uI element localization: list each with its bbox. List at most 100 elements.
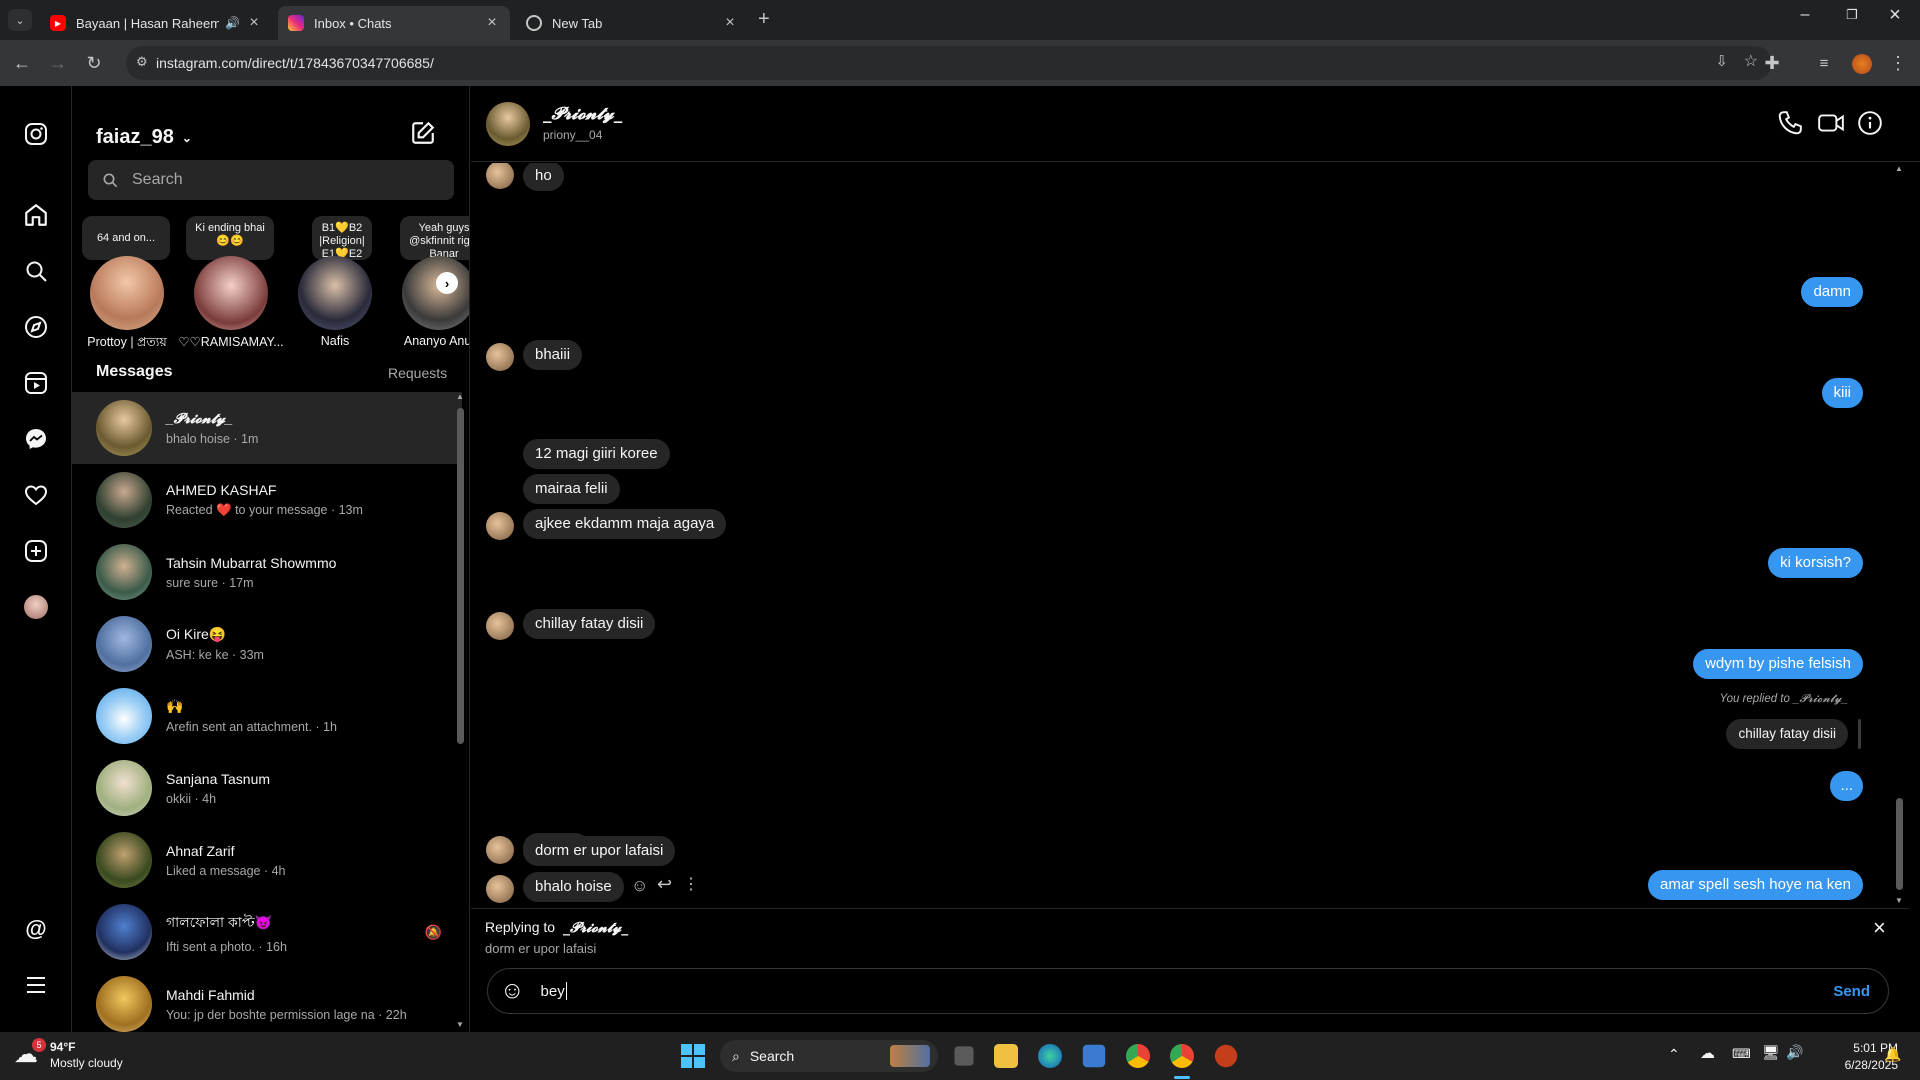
emoji-icon[interactable]: ☺	[500, 977, 525, 1005]
react-emoji-icon[interactable]: ☺	[631, 876, 648, 896]
heart-icon[interactable]	[20, 479, 52, 511]
forward-icon[interactable]: →	[44, 49, 72, 77]
list-item[interactable]: 🙌 Arefin sent an attachment. · 1h	[72, 680, 462, 752]
message-input[interactable]: bey	[541, 983, 565, 1000]
reload-icon[interactable]: ↻	[80, 49, 108, 77]
list-item[interactable]: Mahdi Fahmid You: jp der boshte permissio…	[72, 968, 462, 1032]
chrome-icon[interactable]	[1126, 1044, 1150, 1068]
home-icon[interactable]	[20, 199, 52, 231]
quoted-message[interactable]: chillay fatay disii	[1726, 719, 1848, 749]
list-item[interactable]: _𝓟𝓻𝓲𝓸𝓷𝓽𝔂_ bhalo hoise · 1m	[72, 392, 462, 464]
taskbar-search[interactable]: ⌕ Search	[720, 1040, 938, 1072]
message-composer[interactable]: ☺ bey Send	[487, 968, 1889, 1014]
network-icon[interactable]: 🖥	[1762, 1044, 1780, 1061]
list-item[interactable]: Oi Kire😝 ASH: ke ke · 33m	[72, 608, 462, 680]
notification-bell-icon[interactable]: 🔔	[1884, 1046, 1901, 1063]
scroll-thumb[interactable]	[1896, 798, 1903, 890]
message-bubble[interactable]: kiii	[1821, 378, 1863, 408]
list-item[interactable]: Tahsin Mubarrat Showmmo sure sure · 17m	[72, 536, 462, 608]
speaker-icon[interactable]: 🔊	[225, 16, 240, 30]
scroll-thumb[interactable]	[457, 408, 464, 744]
list-item[interactable]: AHMED KASHAF Reacted ❤️ to your message ·…	[72, 464, 462, 536]
file-explorer-icon[interactable]	[994, 1044, 1018, 1068]
send-button[interactable]: Send	[1833, 983, 1870, 1000]
more-options-icon[interactable]: ⋮	[683, 874, 699, 894]
address-bar[interactable]: ⚙ instagram.com/direct/t/178436703477066…	[126, 46, 1772, 80]
volume-icon[interactable]: 🔊	[1786, 1044, 1803, 1061]
list-item[interactable]: গালফোলা কাপ্ট😈 Ifti sent a photo. · 16h 🔕	[72, 896, 462, 968]
restore-button[interactable]: ❐	[1837, 7, 1867, 23]
install-app-icon[interactable]: ⇩	[1715, 52, 1728, 70]
scroll-down-arrow[interactable]: ▼	[1895, 896, 1903, 905]
message-bubble[interactable]: 12 magi giiri koree	[523, 439, 670, 469]
scroll-down-arrow[interactable]: ▼	[456, 1020, 464, 1029]
message-bubble[interactable]: ajkee ekdamm maja agaya	[523, 509, 727, 539]
list-item[interactable]: Sanjana Tasnum okkii · 4h	[72, 752, 462, 824]
search-icon[interactable]	[20, 255, 52, 287]
chat-scrollbar[interactable]: ▲ ▼	[1892, 162, 1906, 908]
message-bubble[interactable]: bhaiii	[523, 340, 583, 370]
tab-inbox[interactable]: Inbox • Chats ×	[278, 6, 510, 40]
stories-next-button[interactable]: ›	[436, 272, 458, 294]
more-menu-icon[interactable]	[20, 969, 52, 1001]
chat-avatar[interactable]	[486, 102, 530, 146]
close-tab-icon[interactable]: ×	[484, 14, 500, 32]
reply-arrow-icon[interactable]: ↩	[657, 874, 672, 895]
reels-icon[interactable]	[20, 367, 52, 399]
profile-avatar[interactable]	[20, 591, 52, 623]
extensions-icon[interactable]: ✚	[1758, 49, 1786, 77]
info-icon[interactable]	[1857, 110, 1883, 141]
close-tab-icon[interactable]: ×	[722, 14, 738, 32]
close-icon[interactable]: ×	[1873, 915, 1886, 941]
edge-icon[interactable]	[1038, 1044, 1062, 1068]
message-bubble[interactable]: bhalo hoise	[523, 872, 624, 902]
threads-icon[interactable]: @	[20, 913, 52, 945]
phone-icon[interactable]	[1777, 110, 1803, 141]
minimize-button[interactable]: –	[1790, 6, 1820, 24]
scroll-up-arrow[interactable]: ▲	[1895, 164, 1903, 173]
message-bubble[interactable]: ki korsish?	[1768, 548, 1863, 578]
create-icon[interactable]	[20, 535, 52, 567]
explore-icon[interactable]	[20, 311, 52, 343]
start-button[interactable]	[681, 1044, 705, 1068]
messenger-icon[interactable]	[20, 423, 52, 455]
task-view-icon[interactable]	[954, 1046, 974, 1066]
message-bubble[interactable]: wdym by pishe felsish	[1693, 649, 1863, 679]
video-call-icon[interactable]	[1817, 110, 1845, 141]
message-bubble[interactable]: dorm er upor lafaisi	[523, 836, 676, 866]
new-tab-button[interactable]: +	[758, 8, 770, 31]
back-icon[interactable]: ←	[8, 49, 36, 77]
list-item[interactable]: Ahnaf Zarif Liked a message · 4h	[72, 824, 462, 896]
tab-new-tab[interactable]: New Tab ×	[516, 6, 748, 40]
powerpoint-icon[interactable]	[1214, 1044, 1238, 1068]
chrome-instagram-icon[interactable]	[1170, 1044, 1194, 1068]
close-tab-icon[interactable]: ×	[246, 14, 262, 32]
browser-menu-icon[interactable]: ⋮	[1884, 49, 1912, 77]
requests-link[interactable]: Requests	[388, 365, 447, 381]
account-switcher[interactable]: faiaz_98 ⌄	[96, 126, 192, 149]
message-bubble[interactable]: damn	[1801, 277, 1863, 307]
message-bubble[interactable]: mairaa felii	[523, 474, 620, 504]
instagram-logo-icon[interactable]	[20, 118, 52, 150]
message-bubble[interactable]: ho	[523, 163, 564, 191]
search-input[interactable]: Search	[88, 160, 454, 200]
media-controls-icon[interactable]: ≡	[1810, 49, 1838, 77]
keyboard-icon[interactable]: ⌨	[1732, 1046, 1751, 1062]
tab-search-dropdown-icon[interactable]: ⌄	[8, 9, 32, 31]
store-icon[interactable]	[1082, 1044, 1106, 1068]
weather-widget[interactable]: ☁ 5 94°F Mostly cloudy	[14, 1038, 144, 1074]
site-info-icon[interactable]: ⚙	[136, 54, 148, 70]
inbox-scrollbar[interactable]: ▲ ▼	[455, 392, 465, 1032]
chat-display-name[interactable]: _𝓟𝓻𝓲𝓸𝓷𝓽𝔂_	[543, 104, 622, 124]
tray-overflow-icon[interactable]: ⌃	[1668, 1046, 1680, 1063]
profile-avatar[interactable]	[1852, 54, 1872, 74]
close-window-button[interactable]: ×	[1880, 4, 1910, 27]
new-message-icon[interactable]	[410, 120, 436, 151]
message-bubble[interactable]: ...	[1830, 771, 1863, 801]
scroll-up-arrow[interactable]: ▲	[456, 392, 464, 401]
message-bubble[interactable]: chillay fatay disii	[523, 609, 656, 639]
tab-bayaan[interactable]: ▶ Bayaan | Hasan Raheem | R 🔊 ×	[40, 6, 272, 40]
bookmark-star-icon[interactable]: ☆	[1744, 51, 1758, 71]
onedrive-icon[interactable]: ☁	[1700, 1044, 1715, 1062]
message-bubble[interactable]: amar spell sesh hoye na ken	[1648, 870, 1863, 900]
